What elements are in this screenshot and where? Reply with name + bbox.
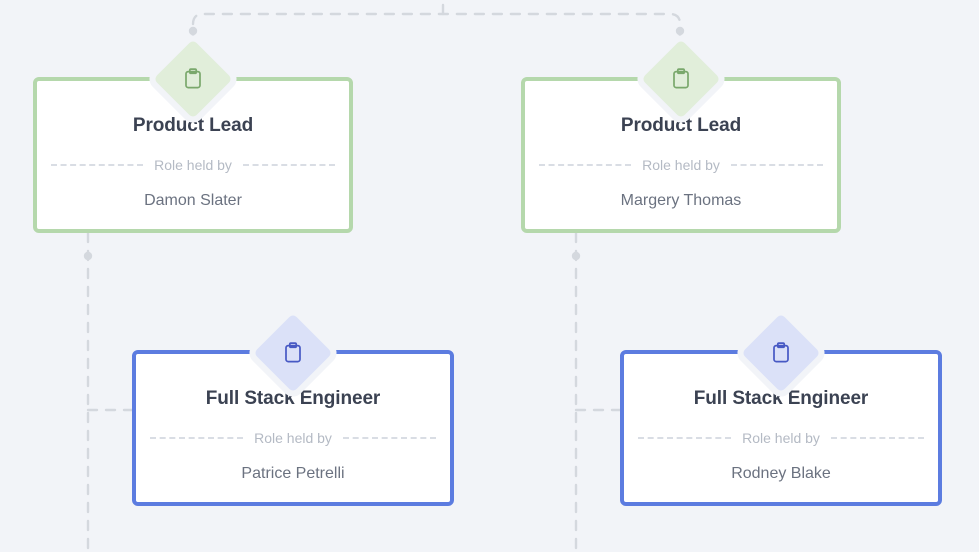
divider-rule-right: [243, 164, 335, 166]
node-person: Patrice Petrelli: [136, 465, 450, 483]
node-caption: Role held by: [143, 157, 243, 173]
connector-top-bus: [193, 14, 680, 42]
node-caption: Role held by: [731, 430, 831, 446]
divider-rule-right: [343, 437, 436, 439]
node-person: Margery Thomas: [525, 192, 837, 210]
node-divider: Role held by: [624, 430, 938, 446]
clipboard-icon: [771, 342, 791, 364]
node-caption: Role held by: [243, 430, 343, 446]
node-divider: Role held by: [37, 157, 349, 173]
node-title: Full Stack Engineer: [136, 388, 450, 410]
clipboard-icon: [283, 342, 303, 364]
divider-rule-right: [731, 164, 823, 166]
divider-rule-right: [831, 437, 924, 439]
connector-marker-left-drop: [84, 252, 92, 260]
node-title: Product Lead: [525, 115, 837, 137]
node-caption: Role held by: [631, 157, 731, 173]
clipboard-icon: [183, 68, 203, 90]
node-divider: Role held by: [525, 157, 837, 173]
divider-rule-left: [150, 437, 243, 439]
node-title: Full Stack Engineer: [624, 388, 938, 410]
clipboard-icon: [671, 68, 691, 90]
node-divider: Role held by: [136, 430, 450, 446]
node-title: Product Lead: [37, 115, 349, 137]
connector-marker-right-drop: [572, 252, 580, 260]
connector-marker-top-right: [676, 27, 684, 35]
node-person: Damon Slater: [37, 192, 349, 210]
connector-marker-top-left: [189, 27, 197, 35]
divider-rule-left: [638, 437, 731, 439]
org-chart-canvas: Product Lead Role held by Damon Slater P…: [0, 0, 979, 552]
divider-rule-left: [539, 164, 631, 166]
node-person: Rodney Blake: [624, 465, 938, 483]
divider-rule-left: [51, 164, 143, 166]
